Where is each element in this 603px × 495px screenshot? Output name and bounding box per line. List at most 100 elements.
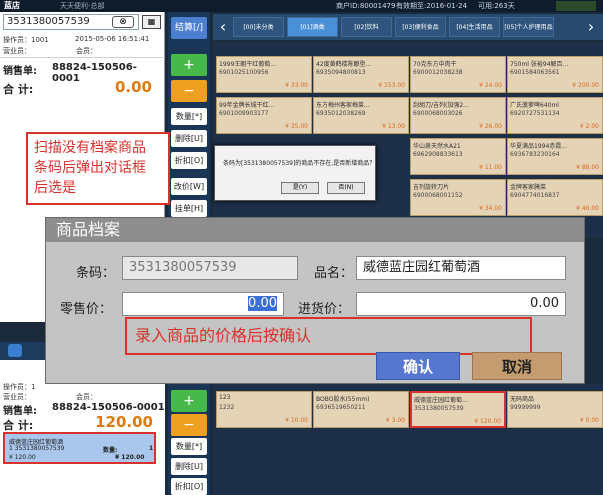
chevron-right-icon[interactable]: ›: [585, 17, 597, 37]
purchase-price-field[interactable]: 0.00: [356, 292, 566, 316]
total-label: 合 计:: [3, 419, 34, 432]
network-icon: [556, 1, 596, 11]
product-price: ¥ 0.00: [579, 417, 599, 424]
product-tile[interactable]: 42度黄鹤楼陈酿型... 6935094800813 ¥ 153.00: [313, 56, 409, 93]
plus-button[interactable]: +: [171, 390, 207, 412]
hold-order-button[interactable]: 挂单[H]: [171, 200, 207, 217]
dialog-message: 条码为[3531380057539]的商品不存在,是否新增商品？: [223, 160, 373, 167]
cart-item-qty-label: 数量:: [103, 447, 118, 454]
clear-input-button[interactable]: ⊗: [112, 16, 134, 28]
total-value: 0.00: [114, 78, 152, 96]
tab-category[interactable]: [04]生活用品: [449, 17, 500, 37]
product-tile[interactable]: 金牌客家腌菜 6904774016837 ¥ 46.00: [507, 179, 603, 216]
store-name: 天天便利-总部: [60, 2, 105, 10]
delete-button[interactable]: 删除[U]: [171, 130, 207, 147]
tab-category[interactable]: [03]便利食品: [395, 17, 446, 37]
tab-category[interactable]: [00]未分类: [233, 17, 284, 37]
product-price: ¥ 46.00: [576, 205, 599, 212]
minus-button[interactable]: −: [171, 414, 207, 436]
product-tile-new[interactable]: 威德蓝庄园红葡萄... 3531380057539 ¥ 120.00: [410, 391, 506, 428]
plus-button[interactable]: +: [171, 54, 207, 76]
delete-button[interactable]: 删除[U]: [171, 458, 207, 475]
product-tile[interactable]: 刮胡刀/吉列(加强2... 6900068003026 ¥ 26.00: [410, 97, 506, 134]
product-tile[interactable]: 70克东方中肉干 6900012038238 ¥ 24.00: [410, 56, 506, 93]
cart-item-code: 1 3531380057539: [9, 445, 65, 452]
dialog-title: 商品档案: [46, 218, 584, 242]
product-name: 吉列旋转刀片: [413, 184, 450, 191]
barcode-field: 3531380057539: [122, 256, 298, 280]
member-label: 会员：: [76, 47, 97, 55]
cart-item-qty: 1: [149, 445, 154, 452]
pos-tutorial-screenshot: 蓝店 天天便利-总部 商户ID:80001479 有效期至:2016-01-24…: [0, 0, 603, 495]
product-tile[interactable]: 123 1232 ¥ 10.00: [216, 391, 312, 428]
product-tile[interactable]: 华山泉天然水A21 6962908833613 ¥ 11.00: [410, 138, 506, 175]
product-price: ¥ 153.00: [378, 82, 405, 89]
discount-button[interactable]: 折扣[O]: [171, 478, 207, 495]
product-code: 6935012038269: [316, 110, 366, 117]
product-name: 华夏满品1994赤霞...: [510, 143, 567, 150]
product-tile[interactable]: 无码商品 99999999 ¥ 0.00: [507, 391, 603, 428]
no-button[interactable]: 否(N): [327, 182, 365, 194]
confirm-button[interactable]: 确认: [376, 352, 460, 380]
product-name: 无码商品: [510, 396, 535, 403]
product-code: 3531380057539: [414, 405, 464, 412]
product-code: 6900068001152: [413, 192, 463, 199]
product-price: ¥ 35.00: [285, 123, 308, 130]
datetime: 2015-05-06 16:51:41: [75, 35, 150, 43]
minus-button[interactable]: −: [171, 80, 207, 102]
product-price: ¥ 11.00: [479, 164, 502, 171]
product-grid-after: 123 1232 ¥ 10.00 BOBO胶水(55mm) 6936519650…: [213, 384, 603, 495]
product-code: 6962908833613: [413, 151, 463, 158]
product-code: 6901009903177: [219, 110, 269, 117]
product-tile[interactable]: 华夏满品1994赤霞... 6936783230164 ¥ 88.00: [507, 138, 603, 175]
product-name: 99年金牌长城干红...: [219, 102, 275, 109]
product-name-label: 品名：: [314, 266, 354, 281]
cancel-button[interactable]: 取消: [472, 352, 562, 380]
product-tile[interactable]: 吉列旋转刀片 6900068001152 ¥ 34.00: [410, 179, 506, 216]
product-name: 1999王朝干红葡萄...: [219, 61, 276, 68]
chevron-left-icon[interactable]: ‹: [217, 17, 229, 37]
new-product-confirm-dialog: 条码为[3531380057539]的商品不存在,是否新增商品？ 是(Y) 否(…: [214, 145, 376, 201]
product-code: 6900012038238: [413, 69, 463, 76]
tab-category[interactable]: [01]酒类: [287, 17, 338, 37]
product-code: 6936783230164: [510, 151, 560, 158]
yes-button[interactable]: 是(Y): [281, 182, 319, 194]
retail-price-field[interactable]: 0.00: [122, 292, 284, 316]
quantity-button[interactable]: 数量[*]: [171, 438, 207, 455]
product-name: 刮胡刀/吉列(加强2...: [413, 102, 469, 109]
annotation-price-hint: 录入商品的价格后按确认: [125, 317, 532, 355]
product-name-field[interactable]: 威德蓝庄园红葡萄酒: [356, 256, 566, 280]
sales-person-label: 营业员：: [3, 393, 31, 401]
product-price: ¥ 3.00: [385, 417, 405, 424]
product-tile[interactable]: 750ml 张裕94解百... 6901584063561 ¥ 200.00: [507, 56, 603, 93]
retail-price-value: 0.00: [248, 296, 277, 311]
cart-item[interactable]: 威德蓝庄园红葡萄酒 1 3531380057539 数量: 1 ¥ 120.00…: [3, 432, 156, 464]
keyboard-icon[interactable]: ▦: [142, 15, 161, 29]
tab-category[interactable]: [02]饮料: [341, 17, 392, 37]
sale-label: 销售单:: [3, 406, 37, 417]
annotation-line: 后选是: [34, 180, 76, 196]
product-price: ¥ 34.00: [479, 205, 502, 212]
brand-name: 蓝店: [4, 1, 20, 10]
tab-category[interactable]: [05]个人护理用品: [503, 17, 554, 37]
merchant-id: 商户ID:80001479: [336, 2, 396, 10]
product-code: 6936519650211: [316, 404, 366, 411]
product-tile[interactable]: 广氏菠萝啤640ml 6920727531134 ¥ 2.00: [507, 97, 603, 134]
product-code: 6901025100956: [219, 69, 269, 76]
product-name: 750ml 张裕94解百...: [510, 61, 569, 68]
discount-button[interactable]: 折扣[O]: [171, 152, 207, 169]
quantity-button[interactable]: 数量[*]: [171, 108, 207, 125]
product-tile[interactable]: BOBO胶水(55mm) 6936519650211 ¥ 3.00: [313, 391, 409, 428]
checkout-button[interactable]: 结算[/]: [171, 17, 207, 39]
product-price: ¥ 10.00: [285, 417, 308, 424]
change-price-button[interactable]: 改价[W]: [171, 178, 207, 195]
product-tile[interactable]: 东方梅州客家梅菜... 6935012038269 ¥ 13.00: [313, 97, 409, 134]
sale-label: 销售单:: [3, 66, 37, 77]
product-tile[interactable]: 1999王朝干红葡萄... 6901025100956 ¥ 33.00: [216, 56, 312, 93]
top-status-bar: 蓝店 天天便利-总部 商户ID:80001479 有效期至:2016-01-24…: [0, 0, 603, 12]
sale-number: 88824-150506-0001: [52, 402, 165, 413]
annotation-line: 条码后弹出对话框: [34, 160, 146, 176]
product-price: ¥ 26.00: [479, 123, 502, 130]
product-price: ¥ 88.00: [576, 164, 599, 171]
product-tile[interactable]: 99年金牌长城干红... 6901009903177 ¥ 35.00: [216, 97, 312, 134]
